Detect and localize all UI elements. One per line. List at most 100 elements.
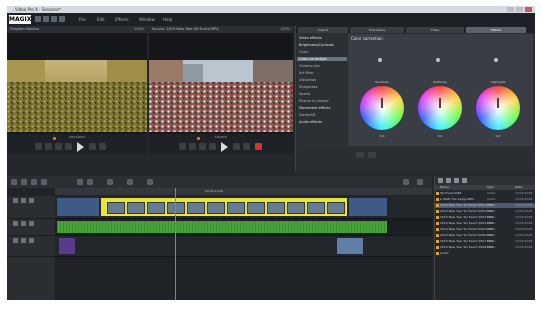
source-prev-button[interactable] (189, 143, 196, 150)
select-tool-icon[interactable] (35, 16, 41, 22)
close-button[interactable] (525, 7, 532, 12)
settings-icon[interactable] (417, 179, 423, 185)
arrow-tool-icon[interactable] (11, 179, 17, 185)
effects-list-item[interactable]: Art filter (299, 71, 313, 75)
effects-list-item[interactable]: Picture in picture (299, 99, 329, 103)
view-list-icon[interactable] (454, 178, 459, 183)
browser-row[interactable]: 2019 New Year Ski Event 0004.MP4 Video 12/… (435, 221, 535, 226)
track-lock-icon[interactable] (21, 221, 26, 226)
source-record-button[interactable] (255, 143, 262, 150)
audio-waveform-clip[interactable] (57, 221, 387, 233)
minimize-button[interactable] (507, 7, 514, 12)
effects-list-item[interactable]: Speed (299, 92, 310, 96)
wheel-handle-icon[interactable] (381, 98, 383, 108)
undo-icon[interactable] (43, 16, 49, 22)
program-play-button[interactable] (77, 142, 84, 152)
source-next-button[interactable] (243, 143, 250, 150)
source-monitor-zoom[interactable]: 100% (280, 26, 290, 33)
browser-row[interactable]: 2019 New Year Ski Event 0002.MP4 Video 12/… (435, 209, 535, 214)
browser-row[interactable]: 2019 New Year Ski Event 0001.MP4 Video 12/… (435, 203, 535, 208)
audio-track-1[interactable] (55, 219, 432, 236)
browser-row[interactable]: 2019 New Year Ski Event 0006.MP4 Video 12/… (435, 233, 535, 238)
effects-list-item[interactable]: Chroma key (299, 64, 320, 68)
effects-list-item[interactable]: Color (299, 50, 308, 54)
browser-row[interactable]: 2019 New Year Ski Event 0003.MP4 Video 12/… (435, 215, 535, 220)
timeline-playhead[interactable] (175, 188, 176, 300)
effects-list-item-selected[interactable]: Color correction (297, 57, 347, 61)
effects-list-item[interactable]: Audio effects (299, 120, 322, 124)
tab-effects[interactable]: Effects (466, 27, 526, 33)
program-next-button[interactable] (99, 143, 106, 150)
shadows-color-wheel[interactable] (360, 86, 404, 130)
effects-stop-button[interactable] (368, 152, 376, 158)
program-stop-button[interactable] (65, 143, 72, 150)
razor-tool-icon[interactable] (21, 179, 27, 185)
effects-list-item[interactable]: Sharpness (299, 85, 317, 89)
program-step-back-button[interactable] (55, 143, 62, 150)
folder-up-icon[interactable] (446, 178, 451, 183)
column-type[interactable]: Type (487, 185, 494, 190)
menu-file[interactable]: File (79, 13, 86, 26)
effects-list-item[interactable]: Stereo3D (299, 113, 315, 117)
zoom-in-icon[interactable] (77, 179, 83, 185)
track-mute-icon[interactable] (13, 198, 18, 203)
wheel-value-shadows[interactable]: 0.0 (360, 134, 404, 138)
track-solo-icon[interactable] (29, 238, 34, 243)
magnet-icon[interactable] (31, 179, 37, 185)
browser-row[interactable]: A Walk The Ledge.MP4 Video 12/31/2018 (435, 197, 535, 202)
program-rewind-button[interactable] (35, 143, 42, 150)
source-play-button[interactable] (221, 142, 228, 152)
source-step-back-button[interactable] (199, 143, 206, 150)
overlay-clip[interactable] (59, 238, 75, 254)
empty-track-area[interactable] (55, 257, 432, 300)
wheel-value-midtones[interactable]: 0.0 (418, 134, 462, 138)
video-clip[interactable] (349, 198, 387, 216)
video-track-1[interactable] (55, 196, 432, 219)
video-track-2[interactable] (55, 236, 432, 257)
program-prev-button[interactable] (45, 143, 52, 150)
link-icon[interactable] (41, 179, 47, 185)
folder-icon[interactable] (438, 178, 443, 183)
highlights-radio[interactable] (494, 58, 498, 62)
maximize-button[interactable] (516, 7, 523, 12)
snap-icon[interactable] (403, 179, 409, 185)
effects-list-item[interactable]: Brightness/Contrast (299, 43, 334, 47)
source-rewind-button[interactable] (179, 143, 186, 150)
track-lock-icon[interactable] (21, 198, 26, 203)
source-stop-button[interactable] (209, 143, 216, 150)
tab-import[interactable]: Import (298, 27, 348, 33)
tab-transitions[interactable]: Transitions (350, 27, 404, 33)
column-name[interactable]: Name (440, 185, 449, 190)
overlay-clip[interactable] (337, 238, 363, 254)
refresh-icon[interactable] (462, 178, 467, 183)
zoom-out-icon[interactable] (87, 179, 93, 185)
highlights-color-wheel[interactable] (476, 86, 520, 130)
effects-list-item[interactable]: Movement effects (299, 106, 331, 110)
source-step-forward-button[interactable] (233, 143, 240, 150)
shadows-radio[interactable] (378, 58, 382, 62)
track-mute-icon[interactable] (13, 221, 18, 226)
wheel-handle-icon[interactable] (439, 98, 441, 108)
midtones-radio[interactable] (436, 58, 440, 62)
program-monitor-zoom[interactable]: 100% (134, 26, 144, 33)
program-step-forward-button[interactable] (89, 143, 96, 150)
menu-effects[interactable]: Effects (115, 13, 129, 26)
ungroup-icon[interactable] (147, 179, 153, 185)
browser-row[interactable]: Audio (435, 251, 535, 256)
menu-window[interactable]: Window (139, 13, 155, 26)
video-clip-selected[interactable] (101, 198, 347, 216)
track-solo-icon[interactable] (29, 198, 34, 203)
effects-list-item[interactable]: Video effects (299, 36, 322, 40)
timeline-ruler[interactable]: 00:00:10:00 (55, 188, 432, 195)
tab-titles[interactable]: Titles (406, 27, 464, 33)
menu-edit[interactable]: Edit (97, 13, 105, 26)
track-solo-icon[interactable] (29, 221, 34, 226)
menu-help[interactable]: Help (163, 13, 172, 26)
track-lock-icon[interactable] (21, 238, 26, 243)
cut-icon[interactable] (59, 16, 65, 22)
track-mute-icon[interactable] (13, 238, 18, 243)
midtones-color-wheel[interactable] (418, 86, 462, 130)
effects-play-button[interactable] (356, 152, 364, 158)
browser-row[interactable]: Ski Event.MP4 Video 12/31/2018 (435, 191, 535, 196)
wheel-value-highlights[interactable]: 0.0 (476, 134, 520, 138)
